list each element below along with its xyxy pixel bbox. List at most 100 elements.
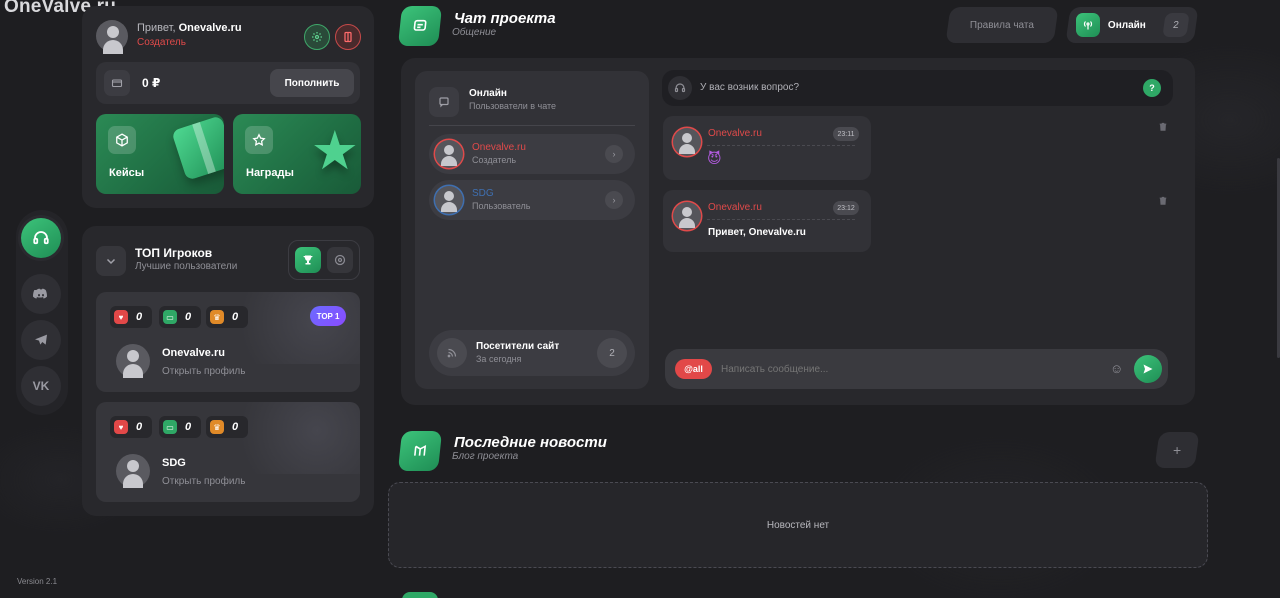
message-author[interactable]: Onevalve.ru xyxy=(708,202,762,213)
trash-icon[interactable] xyxy=(1158,196,1168,206)
social-rail: VK xyxy=(16,210,68,415)
trophy-small-icon: ♛ xyxy=(210,420,224,434)
headset-icon xyxy=(668,76,692,100)
chevron-right-icon[interactable]: › xyxy=(605,145,623,163)
player-card[interactable]: ♥ 0 ▭ 0 ♛ 0 SDG Открыть профиль xyxy=(96,402,360,502)
online-user-item[interactable]: SDG Пользователь › xyxy=(429,180,635,220)
logout-icon[interactable] xyxy=(335,24,361,50)
settings-icon[interactable] xyxy=(304,24,330,50)
player-card-background xyxy=(216,292,360,364)
cube-icon xyxy=(108,126,136,154)
open-profile-link[interactable]: Открыть профиль xyxy=(162,476,245,487)
message-text: 😈 xyxy=(707,150,722,166)
profile-username: Onevalve.ru xyxy=(178,22,242,34)
avatar xyxy=(673,128,701,156)
rss-icon xyxy=(437,338,467,368)
trophy-icon[interactable] xyxy=(295,247,321,273)
help-icon[interactable]: ? xyxy=(1143,79,1161,97)
stat-value: 0 xyxy=(136,421,143,433)
news-empty-box: Новостей нет xyxy=(388,482,1208,568)
avatar xyxy=(435,186,463,214)
message-text: Привет, Onevalve.ru xyxy=(708,227,806,238)
stat-likes: ♥ 0 xyxy=(110,306,152,328)
profile-card: Привет, Onevalve.ru Создатель 0 ₽ Пополн… xyxy=(82,6,374,208)
question-bar[interactable]: У вас возник вопрос? ? xyxy=(662,70,1173,106)
star-icon xyxy=(245,126,273,154)
stat-messages: ▭ 0 xyxy=(159,416,201,438)
avatar xyxy=(116,344,150,378)
avatar[interactable] xyxy=(96,20,128,54)
divider xyxy=(707,219,855,220)
stat-messages: ▭ 0 xyxy=(159,306,201,328)
topup-button[interactable]: Пополнить xyxy=(270,69,354,97)
heart-icon: ♥ xyxy=(114,310,128,324)
greeting-text: Привет, Onevalve.ru xyxy=(137,22,242,34)
player-name: SDG xyxy=(162,457,186,469)
online-user-role: Пользователь xyxy=(472,201,531,211)
discord-icon[interactable] xyxy=(21,274,61,314)
visitors-panel: Посетители сайт За сегодня 2 xyxy=(429,330,635,376)
add-news-button[interactable]: + xyxy=(1154,432,1200,468)
message-input[interactable] xyxy=(721,359,1101,379)
online-users-panel: Онлайн Пользователи в чате Onevalve.ru С… xyxy=(415,71,649,389)
gift-decoration xyxy=(171,115,224,181)
visitors-title: Посетители сайт xyxy=(476,341,560,352)
vk-icon[interactable]: VK xyxy=(21,366,61,406)
mention-all-button[interactable]: @all xyxy=(675,359,712,379)
chevron-down-icon[interactable] xyxy=(96,246,126,276)
telegram-icon[interactable] xyxy=(21,320,61,360)
divider xyxy=(429,125,635,126)
top-players-subtitle: Лучшие пользователи xyxy=(135,261,238,272)
chat-subtitle: Общение xyxy=(452,27,497,38)
message-icon: ▭ xyxy=(163,420,177,434)
chat-rules-label: Правила чата xyxy=(970,19,1034,31)
stat-trophies: ♛ 0 xyxy=(206,416,248,438)
wallet-icon xyxy=(104,70,130,96)
antenna-icon xyxy=(1076,13,1100,37)
emoji-icon[interactable]: ☺ xyxy=(1110,361,1126,377)
chat-icon xyxy=(397,6,443,46)
avatar xyxy=(435,140,463,168)
question-text: У вас возник вопрос? xyxy=(700,82,800,93)
online-user-name: SDG xyxy=(472,188,494,199)
heart-icon: ♥ xyxy=(114,420,128,434)
open-profile-link[interactable]: Открыть профиль xyxy=(162,366,245,377)
trash-icon[interactable] xyxy=(1158,122,1168,132)
stat-value: 0 xyxy=(185,421,192,433)
stat-value: 0 xyxy=(136,311,143,323)
visitors-subtitle: За сегодня xyxy=(476,354,522,364)
rewards-label: Награды xyxy=(246,167,294,179)
trophy-small-icon: ♛ xyxy=(210,310,224,324)
online-user-item[interactable]: Onevalve.ru Создатель › xyxy=(429,134,635,174)
online-panel-subtitle: Пользователи в чате xyxy=(469,101,557,111)
message-author[interactable]: Onevalve.ru xyxy=(708,128,762,139)
message-input-bar: @all ☺ xyxy=(665,349,1168,389)
cases-label: Кейсы xyxy=(109,167,145,179)
star-decoration: ★ xyxy=(310,121,359,181)
chat-message: Onevalve.ru 23:12 Привет, Onevalve.ru xyxy=(663,190,871,252)
chat-rules-button[interactable]: Правила чата xyxy=(945,7,1059,43)
chevron-right-icon[interactable]: › xyxy=(605,191,623,209)
online-button[interactable]: Онлайн 2 xyxy=(1065,7,1199,43)
top-rank-badge: TOP 1 xyxy=(310,306,346,326)
message-time: 23:12 xyxy=(833,201,859,215)
player-card[interactable]: ♥ 0 ▭ 0 ♛ 0 TOP 1 Onevalve.ru Открыть пр… xyxy=(96,292,360,392)
coin-icon[interactable] xyxy=(327,247,353,273)
cases-tile[interactable]: Кейсы xyxy=(96,114,224,194)
rewards-tile[interactable]: ★ Награды xyxy=(233,114,361,194)
visitors-count: 2 xyxy=(597,338,627,368)
avatar xyxy=(673,202,701,230)
chat-message: Onevalve.ru 23:11 😈 xyxy=(663,116,871,180)
balance-value: 0 ₽ xyxy=(142,76,161,90)
stat-likes: ♥ 0 xyxy=(110,416,152,438)
top-players-toggle xyxy=(288,240,360,280)
profile-role: Создатель xyxy=(137,37,186,48)
send-button[interactable] xyxy=(1134,355,1162,383)
support-icon[interactable] xyxy=(21,218,61,258)
stat-value: 0 xyxy=(232,311,239,323)
chat-bubble-icon xyxy=(429,87,459,117)
top-players-title: ТОП Игроков xyxy=(135,246,213,260)
news-subtitle: Блог проекта xyxy=(452,451,519,462)
online-user-name: Onevalve.ru xyxy=(472,142,526,153)
stat-value: 0 xyxy=(232,421,239,433)
